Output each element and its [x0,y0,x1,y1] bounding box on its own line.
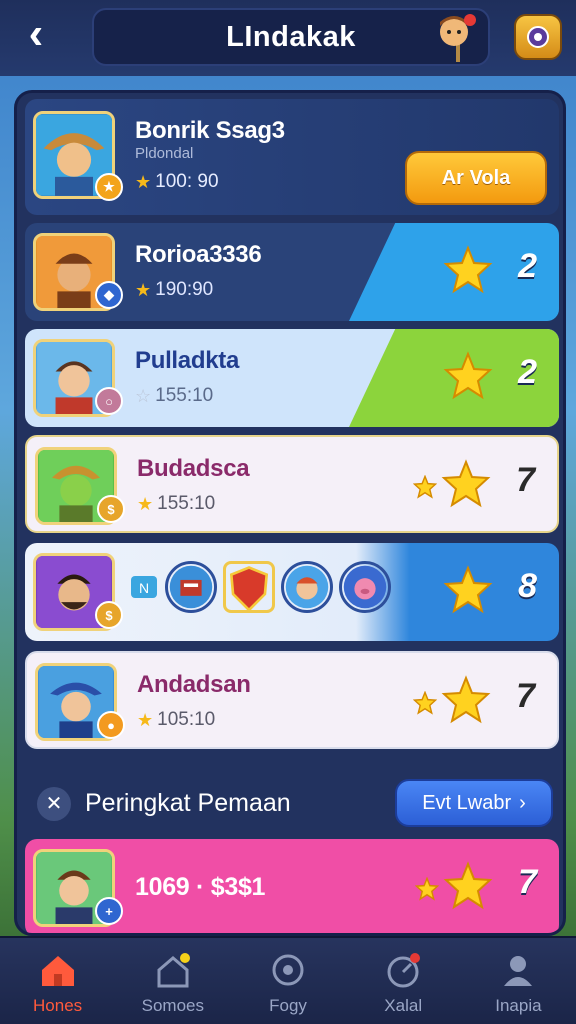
building-icon [165,561,217,613]
player-subtitle: Pldondal [135,145,194,162]
leaderboard-row[interactable]: $ Budadsca ★ 155:10 7 [25,435,559,533]
score-value: 190:90 [155,279,214,300]
star-badge-icon: ★ [95,173,123,201]
player-rank-row[interactable]: + 1069 · $3$1 7 [25,839,559,933]
coin-badge-icon: $ [95,601,123,629]
leaderboard-row[interactable]: ○ Pulladkta ☆ 155:10 2 [25,329,559,427]
page-title: LIndakak [226,20,356,53]
nav-label: Inapia [495,996,542,1015]
player-name: Bonrik Ssag3 [135,117,285,144]
score-value: 105:10 [157,709,216,730]
nav-item-home[interactable]: Hones [0,938,115,1024]
nav-label: Fogy [269,996,307,1015]
rank-number: 2 [518,353,537,391]
leaderboard-panel: ★ Bonrik Ssag3 Pldondal ★ 100: 90 Ar Vol… [14,90,566,936]
section-title: Peringkat Pemaan [85,789,291,817]
back-button[interactable]: ‹ [14,12,58,58]
player-name: Budadsca [137,455,250,482]
compass-icon [272,954,304,986]
player-name: Pulladkta [135,347,239,374]
star-icon: ★ [135,171,152,192]
star-icon: ★ [137,709,154,730]
leaderboard-row[interactable]: ◆ Rorioa3336 ★ 190:90 2 [25,223,559,321]
small-star-icon [413,691,437,715]
score-value: 155:10 [157,493,216,514]
player-name: Andadsan [137,671,251,698]
circle-badge-icon: ● [97,711,125,739]
shield-crest-icon [223,561,275,613]
character-profile-icon[interactable] [432,12,478,62]
nav-item-xalal[interactable]: Xalal [346,938,461,1024]
score-value: 155:10 [155,385,214,406]
small-star-icon [415,877,439,901]
rank-number: 7 [516,677,535,715]
rank-star-icon [443,245,493,294]
character-badge-icon [281,561,333,613]
rank-number: 7 [518,863,537,901]
pig-icon [339,561,391,613]
view-all-label: Evt Lwabr [422,791,512,814]
player-score: ★ 190:90 [135,279,213,301]
nav-label: Hones [33,996,83,1015]
star-icon: ★ [135,279,152,300]
featured-player-card[interactable]: ★ Bonrik Ssag3 Pldondal ★ 100: 90 Ar Vol… [25,99,559,215]
nav-item-fogy[interactable]: Fogy [230,938,345,1024]
section-header: ✕ Peringkat Pemaan Evt Lwabr › [25,775,559,833]
player-score: ★ 100: 90 [135,171,219,193]
star-icon: ★ [137,493,154,514]
player-score: ★ 105:10 [137,709,215,731]
rank-number: 8 [518,567,537,605]
player-score: ☆ 155:10 [135,385,213,407]
bottom-navigation: Hones Somoes Fogy Xalal Inapia [0,936,576,1024]
svg-text:N: N [139,580,149,596]
rank-star-icon [443,565,493,614]
rank-star-icon [443,861,493,910]
leaderboard-row[interactable]: $ N 8 [25,543,559,641]
shield-badge-icon: ◆ [95,281,123,309]
gauge-icon [387,953,421,988]
view-all-button[interactable]: Evt Lwabr › [395,779,553,827]
leaderboard-row[interactable]: ● Andadsan ★ 105:10 7 [25,651,559,749]
small-star-icon [413,475,437,499]
star-outline-icon: ☆ [135,385,152,406]
chevron-right-icon: › [519,791,526,814]
rank-number: 2 [518,247,537,285]
gear-icon [527,26,549,48]
user-icon [504,956,533,986]
nav-label: Xalal [384,996,423,1015]
title-pill: LIndakak [92,8,490,66]
map-icon: N [131,576,157,598]
rank-star-icon [443,351,493,400]
player-name: Rorioa3336 [135,241,262,268]
circle-badge-icon: ○ [95,387,123,415]
nav-item-somoes[interactable]: Somoes [115,938,230,1024]
top-bar: ‹ LIndakak [0,0,576,76]
plus-badge-icon: + [95,897,123,925]
house-badge-icon [157,953,190,988]
settings-button[interactable] [514,14,562,60]
nav-label: Somoes [141,996,204,1015]
nav-item-inapia[interactable]: Inapia [461,938,576,1024]
achievement-icons: N [129,561,391,613]
rank-star-icon [441,675,491,724]
rank-star-icon [441,459,491,508]
score-value: 100: 90 [155,171,219,192]
player-score-total: 1069 · $3$1 [135,873,266,901]
player-score: ★ 155:10 [137,493,215,515]
action-button[interactable]: Ar Vola [405,151,547,205]
rank-number: 7 [516,461,535,499]
home-icon [41,956,74,986]
tools-icon: ✕ [37,787,71,821]
coin-badge-icon: $ [97,495,125,523]
